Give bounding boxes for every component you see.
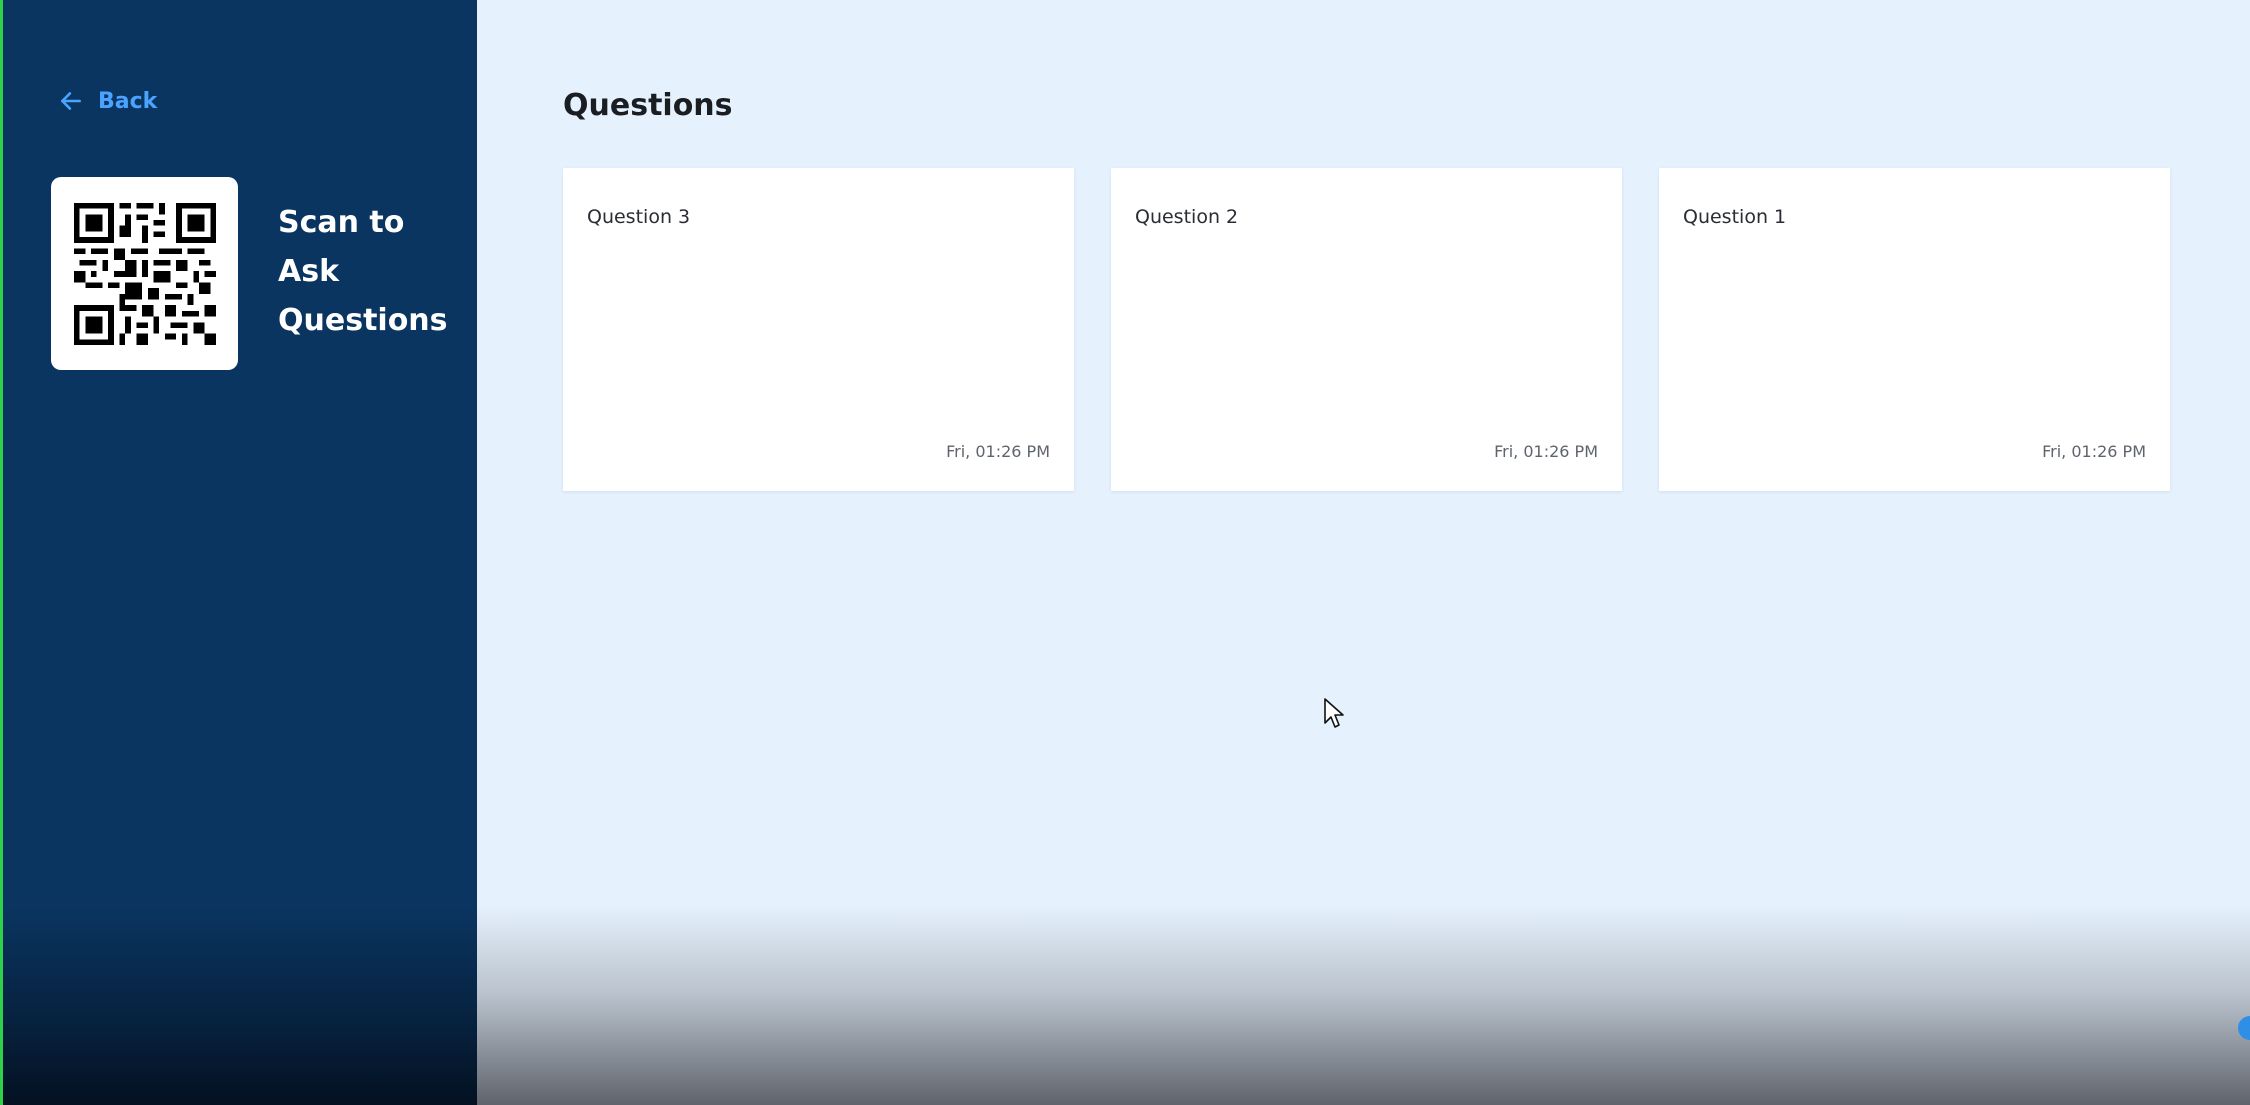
back-label: Back (98, 88, 158, 114)
question-card-list: Question 3 Fri, 01:26 PM Question 2 Fri,… (563, 168, 2170, 491)
scan-text-line-3: Questions (278, 303, 448, 338)
page-title: Questions (563, 88, 733, 123)
qr-code-card (51, 177, 238, 370)
scan-to-ask-text: Scan to Ask Questions (278, 198, 468, 345)
sidebar: Back Scan to Ask Questions (0, 0, 477, 1105)
question-card[interactable]: Question 1 Fri, 01:26 PM (1659, 168, 2170, 491)
scan-text-line-2: Ask (278, 254, 340, 289)
qr-code-icon (73, 202, 216, 345)
app-page: Back Scan to Ask Questions Questions Que… (0, 0, 2250, 1105)
arrow-left-icon (58, 88, 84, 114)
question-timestamp: Fri, 01:26 PM (946, 442, 1050, 461)
question-text: Question 3 (587, 206, 691, 228)
sidebar-bottom-fade (3, 905, 477, 1105)
mouse-pointer-icon (1323, 697, 1345, 729)
scan-text-line-1: Scan to (278, 205, 405, 240)
question-timestamp: Fri, 01:26 PM (1494, 442, 1598, 461)
back-button[interactable]: Back (58, 88, 157, 114)
question-text: Question 1 (1683, 206, 1787, 228)
question-timestamp: Fri, 01:26 PM (2042, 442, 2146, 461)
main-bottom-fade (477, 905, 2250, 1105)
question-card[interactable]: Question 3 Fri, 01:26 PM (563, 168, 1074, 491)
question-card[interactable]: Question 2 Fri, 01:26 PM (1111, 168, 1622, 491)
question-text: Question 2 (1135, 206, 1239, 228)
main-content: Questions Question 3 Fri, 01:26 PM Quest… (477, 0, 2250, 1105)
